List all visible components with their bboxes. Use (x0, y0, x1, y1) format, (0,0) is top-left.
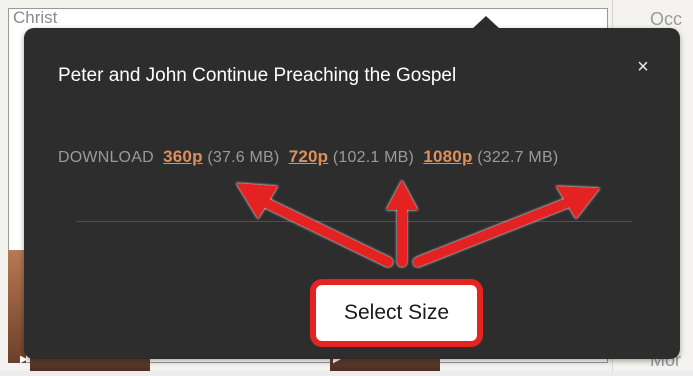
download-360p-link[interactable]: 360p (163, 147, 203, 166)
popup-divider (76, 221, 632, 222)
download-360p-size: (37.6 MB) (207, 149, 280, 166)
background-breadcrumb: Christ (13, 8, 58, 27)
video-title: Peter and John Continue Preaching the Go… (58, 65, 457, 86)
download-options: DOWNLOAD 360p (37.6 MB) 720p (102.1 MB) … (58, 144, 658, 171)
download-720p-link[interactable]: 720p (289, 147, 329, 166)
download-720p-size: (102.1 MB) (332, 149, 415, 166)
callout-text: Select Size (322, 291, 471, 335)
download-1080p-size: (322.7 MB) (477, 149, 559, 166)
download-1080p-link[interactable]: 1080p (423, 147, 472, 166)
download-label: DOWNLOAD (58, 149, 154, 166)
close-icon[interactable]: × (633, 57, 653, 77)
select-size-callout: Select Size (310, 279, 483, 347)
